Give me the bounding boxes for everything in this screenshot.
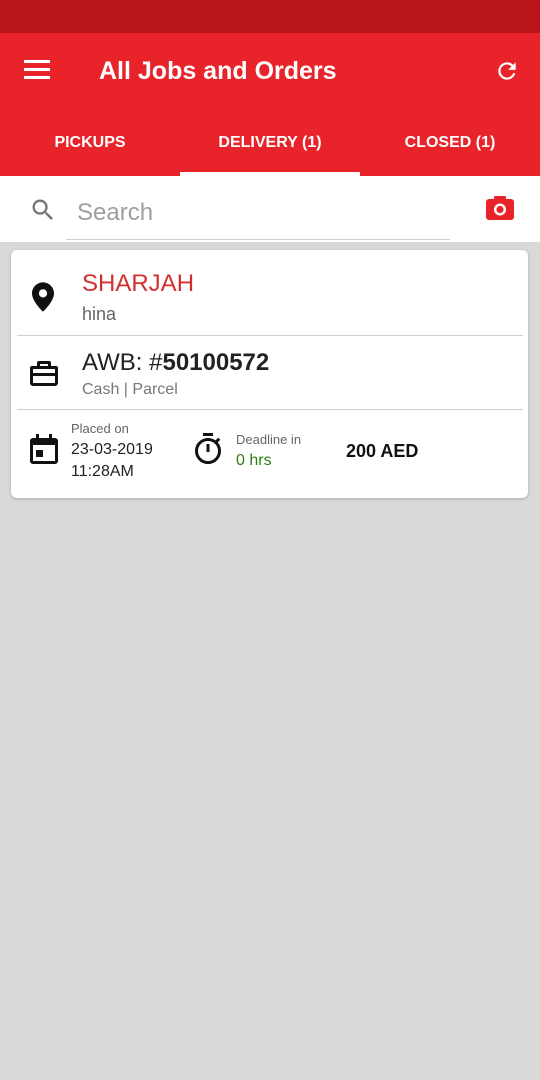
payment-type: Cash | Parcel <box>82 381 178 398</box>
calendar-icon <box>30 434 58 464</box>
awb-label: AWB: # <box>82 349 163 376</box>
awb-line: AWB: #50100572 <box>82 349 269 377</box>
order-price: 200 AED <box>346 441 419 461</box>
tab-delivery[interactable]: DELIVERY (1) <box>180 110 360 176</box>
placed-date: 23-03-2019 <box>71 441 153 458</box>
customer-name: hina <box>82 304 117 324</box>
refresh-icon[interactable] <box>494 58 520 84</box>
awb-number: 50100572 <box>162 349 270 376</box>
tab-pickups[interactable]: PICKUPS <box>0 110 180 176</box>
placed-time: 11:28AM <box>71 463 134 480</box>
stopwatch-icon <box>195 433 221 464</box>
briefcase-icon <box>30 361 58 386</box>
status-bar <box>0 0 540 33</box>
search-input[interactable] <box>66 186 450 240</box>
search-icon <box>32 199 53 220</box>
location-pin-icon <box>32 282 54 312</box>
camera-icon[interactable] <box>485 195 515 221</box>
deadline-value: 0 hrs <box>236 452 272 469</box>
tab-closed[interactable]: CLOSED (1) <box>360 110 540 176</box>
placed-label: Placed on <box>71 421 129 436</box>
divider <box>17 409 523 410</box>
menu-icon[interactable] <box>24 60 52 82</box>
destination-city: SHARJAH <box>82 270 195 297</box>
tab-bar: PICKUPS DELIVERY (1) CLOSED (1) <box>0 110 540 176</box>
order-card[interactable]: SHARJAH hina AWB: #50100572 Cash | Parce… <box>11 250 528 498</box>
page-title: All Jobs and Orders <box>99 57 337 85</box>
app-bar: All Jobs and Orders <box>0 33 540 110</box>
search-bar <box>0 176 540 242</box>
divider <box>17 335 523 336</box>
deadline-label: Deadline in <box>236 432 302 447</box>
